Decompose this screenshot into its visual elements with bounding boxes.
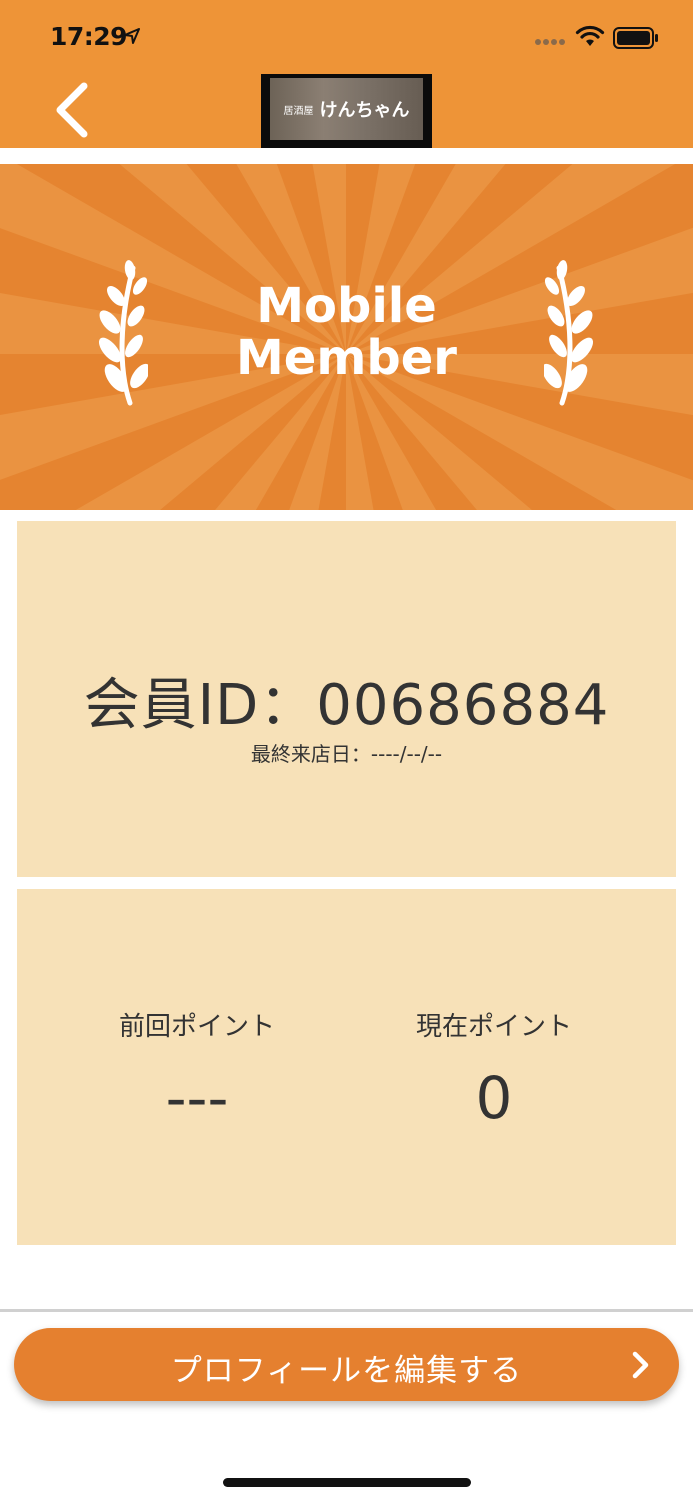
last-visit-date: 最終来店日：----/--/-- <box>250 742 443 766</box>
member-id: 会員ID：00686884 <box>83 673 610 738</box>
chevron-left-icon <box>56 82 88 138</box>
wifi-icon <box>575 25 605 46</box>
store-logo-subtitle: 居酒屋 <box>283 105 314 117</box>
store-logo-plate: 居酒屋 けんちゃん <box>270 78 423 140</box>
edit-profile-label: プロフィールを編集する <box>170 1353 523 1389</box>
previous-points-value: --- <box>165 1064 229 1132</box>
edit-profile-button[interactable]: プロフィールを編集する <box>14 1328 679 1401</box>
bottom-divider <box>0 1309 693 1312</box>
laurel-right-icon <box>544 260 594 406</box>
status-time: 17:29 <box>50 22 128 51</box>
battery-icon <box>613 27 658 49</box>
status-bar: 17:29 <box>0 0 693 74</box>
location-arrow-icon <box>124 28 140 44</box>
home-indicator[interactable] <box>223 1478 471 1487</box>
chevron-right-icon <box>632 1351 649 1379</box>
current-points-value: 0 <box>475 1064 513 1132</box>
back-button[interactable] <box>40 74 110 148</box>
store-logo: 居酒屋 けんちゃん <box>261 74 432 148</box>
previous-points-label: 前回ポイント <box>118 1012 275 1042</box>
current-points-label: 現在ポイント <box>415 1012 572 1042</box>
signal-dots-icon <box>535 39 565 45</box>
store-logo-name: けんちゃん <box>319 100 410 121</box>
navigation-bar: 居酒屋 けんちゃん <box>0 74 693 148</box>
laurel-left-icon <box>98 260 148 406</box>
